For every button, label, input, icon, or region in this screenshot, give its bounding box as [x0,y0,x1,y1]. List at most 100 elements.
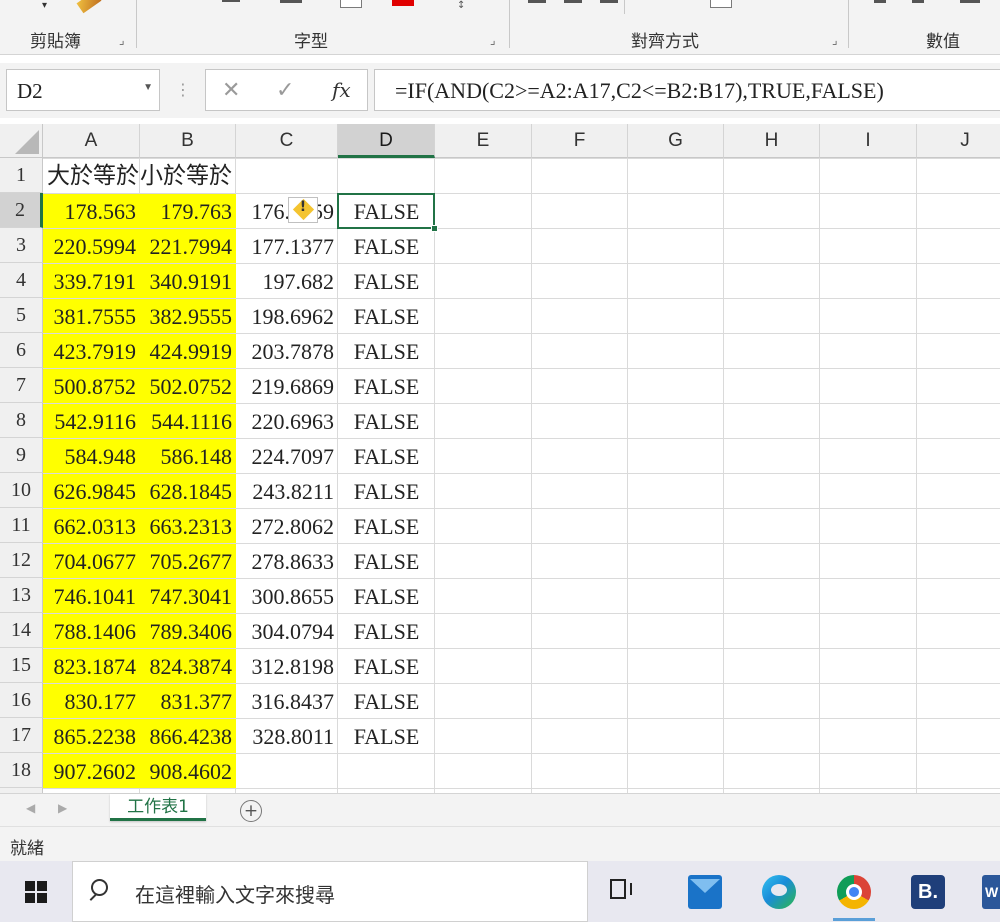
cell-c12[interactable]: 278.8633 [236,544,338,578]
taskbar-search-box[interactable]: 在這裡輸入文字來搜尋 [72,861,588,922]
column-header-j[interactable]: J [917,124,1000,158]
mail-app-icon[interactable] [688,875,722,909]
cell-a10[interactable]: 626.9845 [43,474,140,508]
cell-d13[interactable]: FALSE [338,579,435,613]
fill-handle[interactable] [431,225,438,232]
cell-d14[interactable]: FALSE [338,614,435,648]
align-right-icon[interactable] [600,0,618,3]
column-header-d[interactable]: D [338,124,435,158]
cell-b13[interactable]: 747.3041 [140,579,236,613]
chrome-browser-icon[interactable] [837,875,871,909]
cell-c16[interactable]: 316.8437 [236,684,338,718]
cell-c5[interactable]: 198.6962 [236,299,338,333]
cell-c15[interactable]: 312.8198 [236,649,338,683]
b-app-icon[interactable]: B. [911,875,945,909]
align-left-icon[interactable] [528,0,546,3]
row-header-1[interactable]: 1 [0,158,43,193]
row-header-12[interactable]: 12 [0,543,43,578]
cell-c3[interactable]: 177.1377 [236,229,338,263]
cell-d8[interactable]: FALSE [338,404,435,438]
format-painter-icon[interactable] [76,0,102,14]
row-header-11[interactable]: 11 [0,508,43,543]
cell-b7[interactable]: 502.0752 [140,369,236,403]
cell-a13[interactable]: 746.1041 [43,579,140,613]
cell-d15[interactable]: FALSE [338,649,435,683]
cell-d17[interactable]: FALSE [338,719,435,753]
cell-a9[interactable]: 584.948 [43,439,140,473]
cell-c7[interactable]: 219.6869 [236,369,338,403]
cell-d9[interactable]: FALSE [338,439,435,473]
cell-a3[interactable]: 220.5994 [43,229,140,263]
cell-b15[interactable]: 824.3874 [140,649,236,683]
row-header-2[interactable]: 2 [0,193,43,228]
border-icon[interactable] [280,0,302,3]
cell-a14[interactable]: 788.1406 [43,614,140,648]
row-header-6[interactable]: 6 [0,333,43,368]
fill-color-icon[interactable] [340,0,362,8]
column-header-g[interactable]: G [628,124,724,158]
row-header-5[interactable]: 5 [0,298,43,333]
clipboard-launcher-icon[interactable]: ⌟ [119,33,133,47]
column-header-f[interactable]: F [532,124,628,158]
cell-c9[interactable]: 224.7097 [236,439,338,473]
cell-b5[interactable]: 382.9555 [140,299,236,333]
row-header-15[interactable]: 15 [0,648,43,683]
cell-b10[interactable]: 628.1845 [140,474,236,508]
cell-b1[interactable]: 小於等於 [140,158,236,193]
row-header-14[interactable]: 14 [0,613,43,648]
enter-icon[interactable]: ✓ [276,78,294,103]
cell-a18[interactable]: 907.2602 [43,754,140,788]
tab-scroll-right-icon[interactable]: ▶ [58,801,67,815]
word-app-icon[interactable]: W [982,875,1000,909]
row-header-18[interactable]: 18 [0,753,43,788]
cell-d16[interactable]: FALSE [338,684,435,718]
insert-function-icon[interactable]: fx [332,78,351,102]
select-all-button[interactable] [0,124,43,158]
row-header-13[interactable]: 13 [0,578,43,613]
column-header-h[interactable]: H [724,124,820,158]
cancel-icon[interactable]: ✕ [222,78,240,103]
edge-browser-icon[interactable] [762,875,796,909]
cell-c10[interactable]: 243.8211 [236,474,338,508]
column-header-i[interactable]: I [820,124,917,158]
font-size-icon[interactable] [222,0,240,2]
cell-a6[interactable]: 423.7919 [43,334,140,368]
column-header-a[interactable]: A [43,124,140,158]
row-header-17[interactable]: 17 [0,718,43,753]
align-center-icon[interactable] [564,0,582,3]
row-header-9[interactable]: 9 [0,438,43,473]
cell-a11[interactable]: 662.0313 [43,509,140,543]
row-header-3[interactable]: 3 [0,228,43,263]
cell-d12[interactable]: FALSE [338,544,435,578]
tab-scroll-left-icon[interactable]: ◀ [26,801,35,815]
merge-center-icon[interactable] [710,0,732,8]
cell-d11[interactable]: FALSE [338,509,435,543]
add-sheet-button[interactable]: + [240,800,262,822]
phonetic-icon[interactable]: ↕ [457,0,477,11]
cell-b8[interactable]: 544.1116 [140,404,236,438]
number-format-icon[interactable] [874,0,886,3]
sheet-tab-1[interactable]: 工作表1 [110,794,206,821]
paste-dropdown-icon[interactable]: ▾ [42,0,50,11]
worksheet-grid[interactable]: ABCDEFGHIJ12345678910111213141516171819大… [0,124,1000,793]
cell-a2[interactable]: 178.563 [43,194,140,228]
cell-b3[interactable]: 221.7994 [140,229,236,263]
cell-a7[interactable]: 500.8752 [43,369,140,403]
cell-b4[interactable]: 340.9191 [140,264,236,298]
percent-icon[interactable] [960,0,980,3]
name-box-dropdown-icon[interactable]: ▼ [143,82,153,93]
column-header-b[interactable]: B [140,124,236,158]
cell-c17[interactable]: 328.8011 [236,719,338,753]
row-header-4[interactable]: 4 [0,263,43,298]
cell-b6[interactable]: 424.9919 [140,334,236,368]
cell-b11[interactable]: 663.2313 [140,509,236,543]
currency-icon[interactable] [912,0,924,3]
cell-c11[interactable]: 272.8062 [236,509,338,543]
column-header-c[interactable]: C [236,124,338,158]
alignment-launcher-icon[interactable]: ⌟ [832,33,846,47]
column-header-e[interactable]: E [435,124,532,158]
cell-c14[interactable]: 304.0794 [236,614,338,648]
cell-d7[interactable]: FALSE [338,369,435,403]
error-warning-button[interactable]: ! [288,197,318,223]
cell-a17[interactable]: 865.2238 [43,719,140,753]
